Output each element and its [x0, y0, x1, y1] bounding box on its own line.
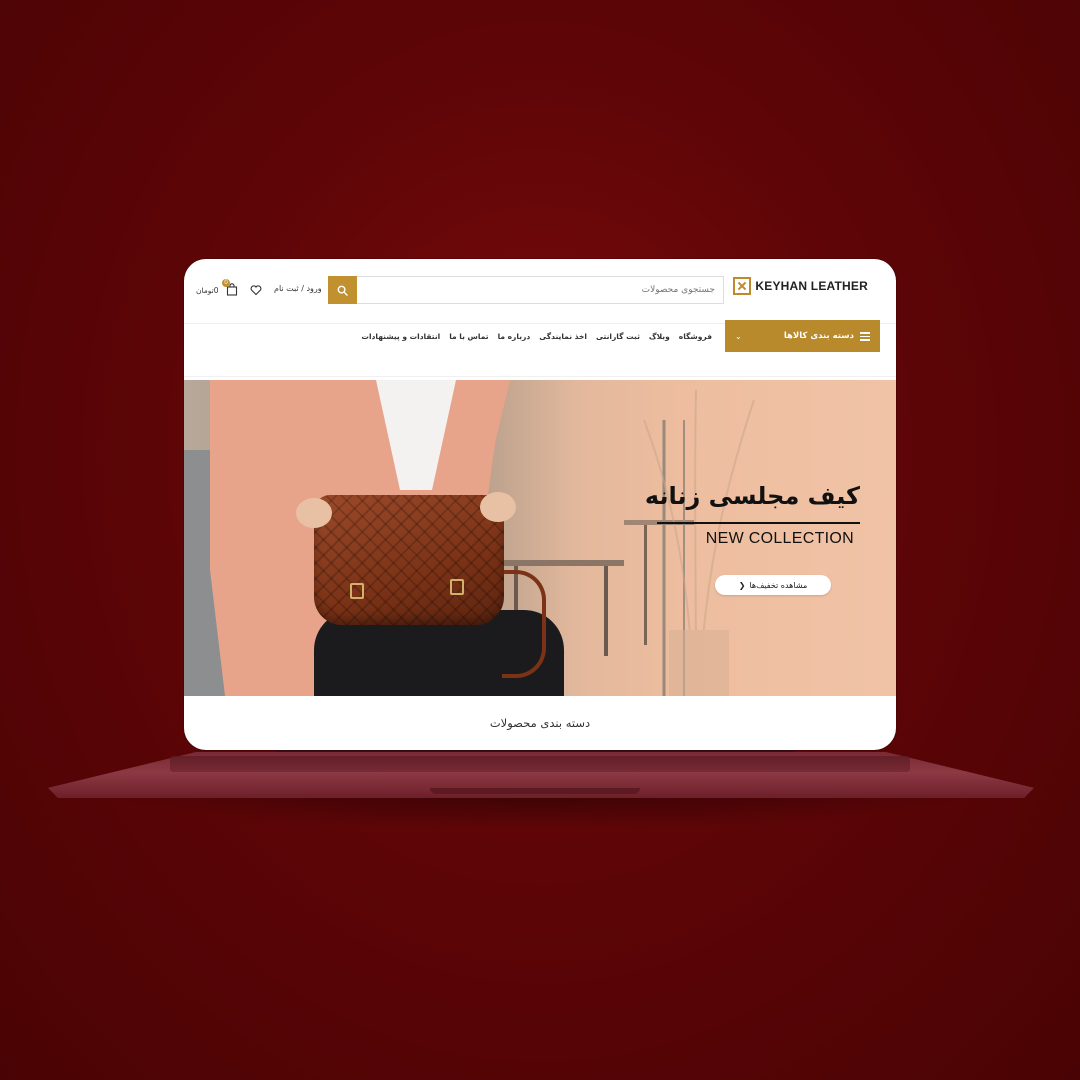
cart-total: 0تومان	[196, 286, 219, 295]
laptop-notch	[430, 788, 640, 794]
hero-divider	[657, 522, 860, 524]
search-button[interactable]	[328, 276, 357, 304]
section-title: دسته بندی محصولات	[489, 716, 591, 730]
chevron-left-icon: ❮	[738, 580, 746, 590]
nav-item-contact[interactable]: تماس با ما	[449, 332, 488, 341]
hero-banner: کیف مجلسی زنانه NEW COLLECTION مشاهده تخ…	[184, 380, 896, 696]
categories-menu-label: دسته بندی کالاها	[783, 331, 854, 341]
laptop-screen: KEYHAN LEATHER ورود / ثبت نام 0 0تومان	[184, 259, 896, 750]
search-bar	[328, 276, 724, 304]
logo-mark-icon	[733, 277, 752, 295]
heart-icon[interactable]	[250, 284, 262, 296]
site-header: KEYHAN LEATHER ورود / ثبت نام 0 0تومان	[184, 259, 896, 321]
model-hand-right	[480, 492, 516, 522]
model-hand-left	[296, 498, 332, 528]
nav-item-about[interactable]: درباره ما	[498, 332, 531, 341]
cart-count-badge: 0	[222, 279, 230, 287]
bag-buckle-right	[450, 579, 464, 595]
search-input[interactable]	[357, 276, 724, 304]
nav-divider	[184, 376, 896, 377]
logo-text: KEYHAN LEATHER	[755, 279, 868, 293]
bag-buckle-left	[350, 583, 364, 599]
categories-menu-button[interactable]: دسته بندی کالاها ⌄	[725, 320, 880, 352]
main-nav: فروشگاه وبلاگ ثبت گارانتی اخذ نمایندگی د…	[352, 332, 712, 341]
search-icon	[337, 285, 348, 296]
hamburger-icon	[860, 332, 870, 341]
view-discounts-label: مشاهده تخفیف‌ها	[749, 580, 808, 590]
laptop-keyboard	[170, 756, 910, 772]
site-logo[interactable]: KEYHAN LEATHER	[733, 277, 868, 295]
chevron-down-icon: ⌄	[735, 331, 742, 341]
leather-bag-image	[314, 495, 504, 625]
view-discounts-button[interactable]: مشاهده تخفیف‌ها ❮	[715, 575, 831, 595]
login-link[interactable]: ورود / ثبت نام	[274, 284, 322, 293]
bag-strap-image	[502, 570, 546, 678]
nav-item-dealership[interactable]: اخذ نمایندگی	[539, 332, 587, 341]
nav-item-feedback[interactable]: انتقادات و پیشنهادات	[361, 332, 440, 341]
hero-title: کیف مجلسی زنانه	[644, 482, 860, 510]
hero-subtitle: NEW COLLECTION	[705, 530, 854, 547]
nav-item-warranty[interactable]: ثبت گارانتی	[596, 332, 640, 341]
nav-item-blog[interactable]: وبلاگ	[649, 332, 670, 341]
nav-item-shop[interactable]: فروشگاه	[679, 332, 712, 341]
